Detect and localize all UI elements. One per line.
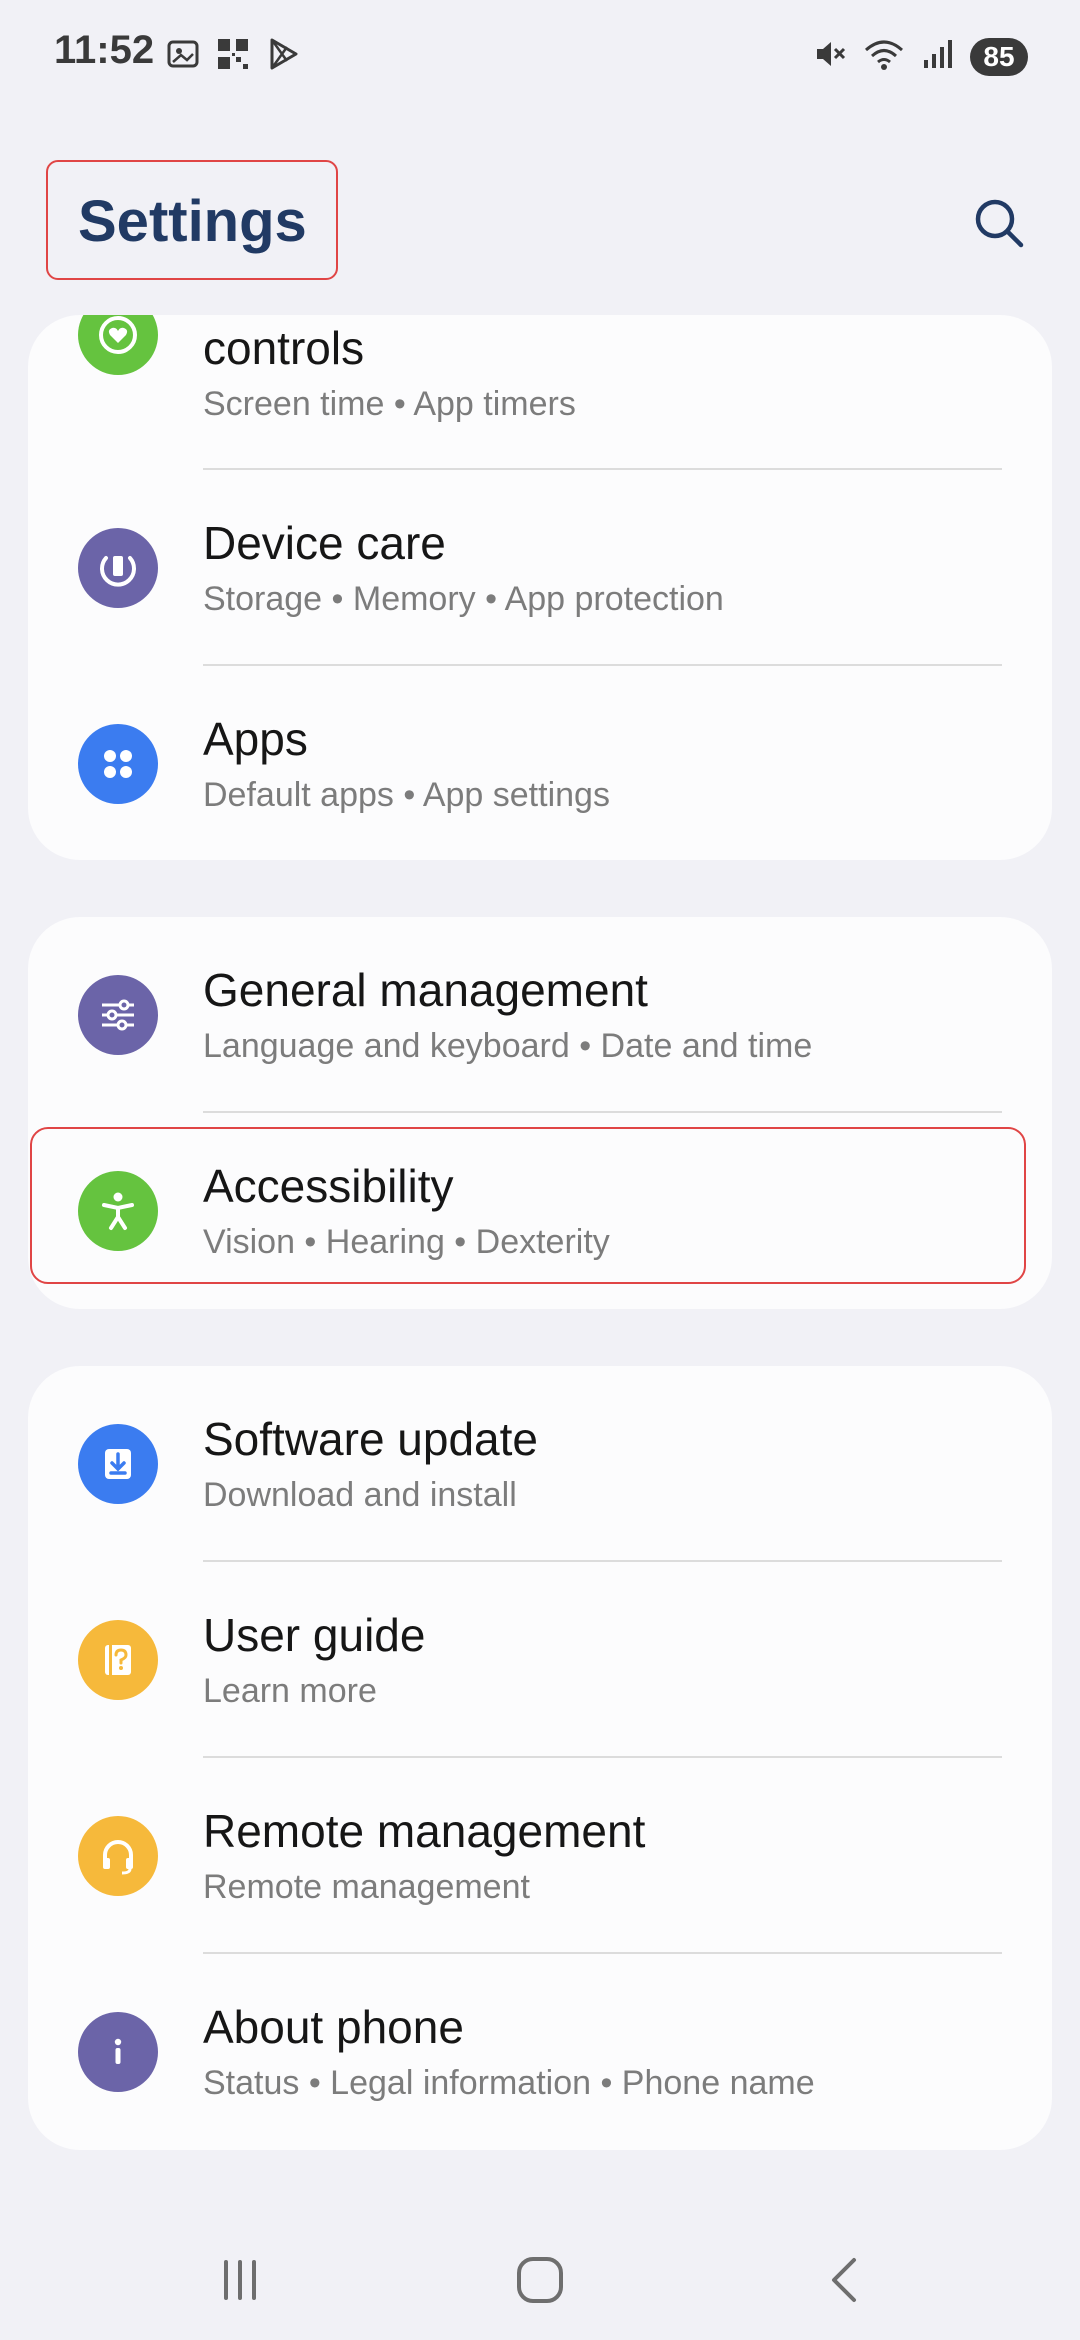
settings-item-about-phone[interactable]: About phone Status • Legal information •… [28, 1954, 1052, 2150]
settings-item-subtitle: Status • Legal information • Phone name [203, 2064, 815, 2102]
settings-item-device-care[interactable]: Device care Storage • Memory • App prote… [28, 470, 1052, 666]
settings-card-3: Software update Download and install Use… [28, 1366, 1052, 2150]
settings-item-software-update[interactable]: Software update Download and install [28, 1366, 1052, 1562]
battery-indicator: 85 [970, 37, 1028, 76]
settings-item-general-management[interactable]: General management Language and keyboard… [28, 917, 1052, 1113]
back-button[interactable] [806, 2240, 886, 2320]
mute-icon [812, 36, 848, 77]
settings-item-label: Software update [203, 1413, 539, 1465]
accessibility-icon [78, 1171, 158, 1251]
headset-icon [78, 1816, 158, 1896]
apps-icon [78, 724, 158, 804]
settings-item-subtitle: Storage • Memory • App protection [203, 580, 724, 618]
page-title: Settings [78, 189, 307, 254]
search-icon [975, 199, 1024, 248]
signal-icon [920, 36, 956, 77]
back-icon [832, 2258, 856, 2302]
sliders-icon [78, 975, 158, 1055]
status-icons-right: 85 [812, 36, 1028, 77]
settings-item-subtitle: Remote management [203, 1868, 530, 1906]
settings-item-accessibility[interactable]: Accessibility Vision • Hearing • Dexteri… [28, 1113, 1052, 1309]
download-icon [78, 1424, 158, 1504]
recents-icon [224, 2260, 256, 2300]
status-icons-left [165, 36, 301, 77]
settings-item-label: About phone [203, 2001, 464, 2053]
settings-item-remote-management[interactable]: Remote management Remote management [28, 1758, 1052, 1954]
screenshot-icon [165, 36, 201, 77]
settings-item-user-guide[interactable]: User guide Learn more [28, 1562, 1052, 1758]
settings-item-subtitle: Learn more [203, 1672, 377, 1710]
settings-screen: 11:52 85 Settings controls Screen time •… [0, 0, 1080, 2340]
settings-item-subtitle: Language and keyboard • Date and time [203, 1027, 813, 1065]
status-bar: 11:52 85 [0, 0, 1080, 110]
device-care-icon [78, 528, 158, 608]
heart-icon [78, 315, 158, 375]
info-icon [78, 2012, 158, 2092]
settings-item-label: controls [203, 322, 365, 374]
guide-icon [78, 1620, 158, 1700]
navigation-bar [0, 2210, 1080, 2340]
settings-item-subtitle: Vision • Hearing • Dexterity [203, 1223, 610, 1261]
home-button[interactable] [500, 2240, 580, 2320]
settings-item-label: Remote management [203, 1805, 646, 1857]
settings-item-label: General management [203, 964, 648, 1016]
settings-item-label: Device care [203, 517, 446, 569]
settings-item-subtitle: Screen time • App timers [203, 385, 576, 423]
recents-button[interactable] [200, 2240, 280, 2320]
settings-item-digital-wellbeing[interactable]: controls Screen time • App timers [28, 315, 1052, 470]
qr-icon [215, 36, 251, 77]
settings-item-subtitle: Default apps • App settings [203, 776, 610, 814]
settings-item-label: Accessibility [203, 1160, 454, 1212]
play-store-icon [265, 36, 301, 77]
search-button[interactable] [966, 190, 1032, 256]
settings-item-subtitle: Download and install [203, 1476, 517, 1514]
settings-item-label: User guide [203, 1609, 426, 1661]
wifi-icon [862, 36, 906, 77]
settings-item-label: Apps [203, 713, 308, 765]
status-time: 11:52 [54, 28, 155, 72]
settings-card-2: General management Language and keyboard… [28, 917, 1052, 1309]
page-header: Settings [0, 150, 1080, 290]
settings-card-1: controls Screen time • App timers Device… [28, 315, 1052, 860]
home-icon [517, 2257, 563, 2303]
settings-item-apps[interactable]: Apps Default apps • App settings [28, 666, 1052, 860]
